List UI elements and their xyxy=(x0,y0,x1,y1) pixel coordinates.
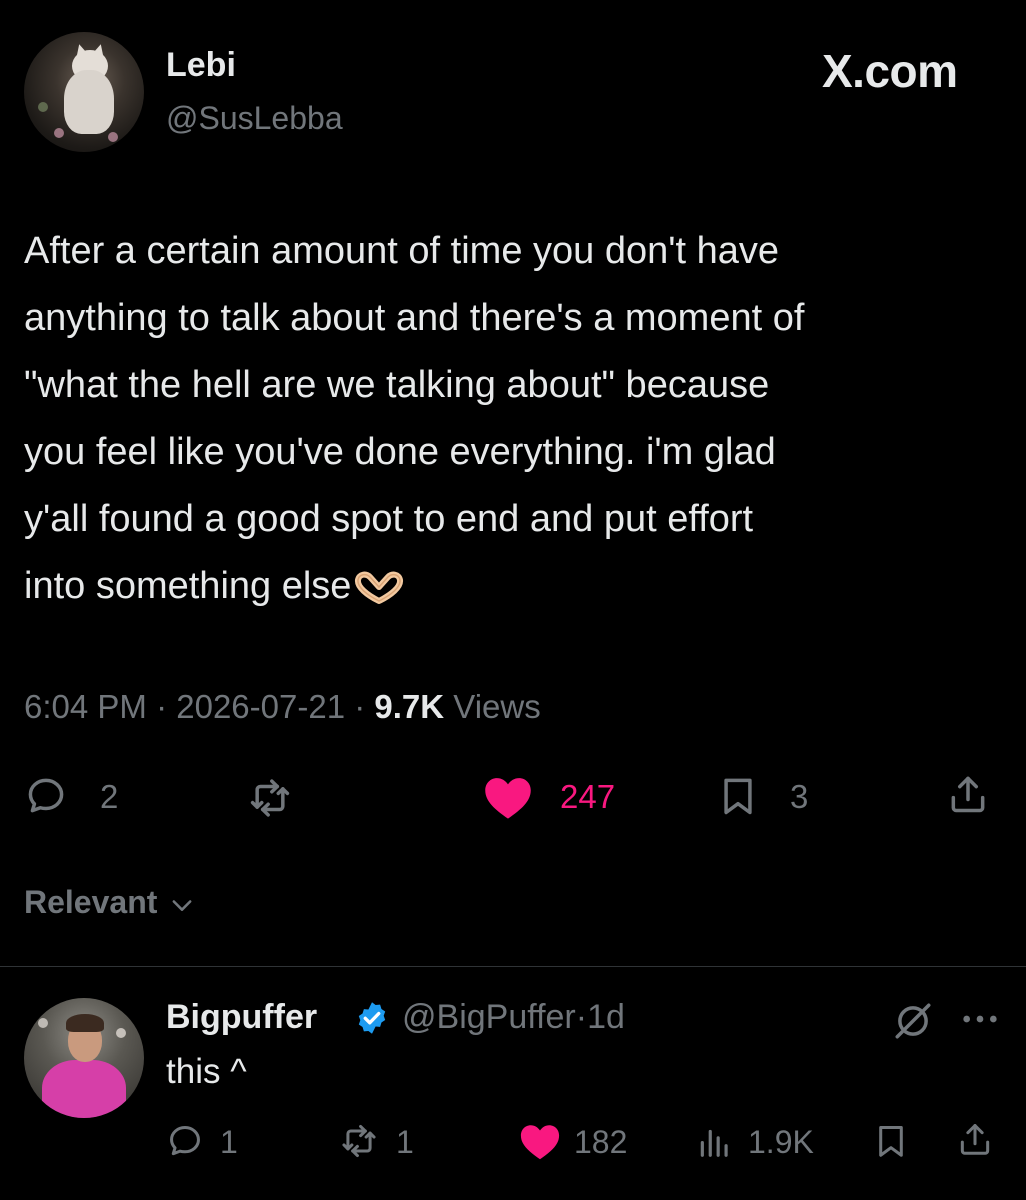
reply-reply-count: 1 xyxy=(220,1124,238,1160)
tweet-meta: 6:04 PM · 2026-07-21 · 9.7K Views xyxy=(24,688,541,726)
meta-separator: · xyxy=(156,688,168,725)
like-count: 247 xyxy=(560,778,616,815)
reply-like-count: 182 xyxy=(574,1124,628,1160)
like-heart-icon[interactable] xyxy=(482,774,534,822)
reply-retweet-count: 1 xyxy=(396,1124,414,1160)
bookmark-count: 3 xyxy=(790,778,809,815)
avatar-leaf xyxy=(38,102,48,112)
views-chart-icon[interactable] xyxy=(696,1122,734,1160)
reply-icon[interactable] xyxy=(166,1122,204,1160)
grok-icon[interactable] xyxy=(892,1000,934,1042)
sort-label: Relevant xyxy=(24,884,158,920)
retweet-icon[interactable] xyxy=(340,1122,378,1160)
author-handle[interactable]: @SusLebba xyxy=(166,100,343,137)
avatar-cat-body xyxy=(64,70,114,134)
reply-text: this ^ xyxy=(166,1052,247,1091)
avatar-person-hoodie xyxy=(42,1060,126,1118)
heart-hands-icon xyxy=(355,571,404,604)
tweet-body: After a certain amount of time you don't… xyxy=(24,230,805,607)
section-divider xyxy=(0,966,1026,967)
author-name[interactable]: Lebi xyxy=(166,46,236,85)
more-options-icon[interactable] xyxy=(960,1004,1000,1034)
tweet-date[interactable]: 2026-07-21 xyxy=(176,688,345,725)
reply-meta: @BigPuffer·1d xyxy=(402,998,625,1037)
site-label: X.com xyxy=(822,45,958,97)
retweet-icon[interactable] xyxy=(248,776,292,820)
reply-icon[interactable] xyxy=(24,774,68,818)
reply-avatar[interactable] xyxy=(24,998,144,1118)
author-avatar[interactable] xyxy=(24,32,144,152)
sort-dropdown[interactable]: Relevant xyxy=(24,884,196,921)
bookmark-icon[interactable] xyxy=(716,774,760,818)
meta-separator: · xyxy=(354,688,366,725)
views-label: Views xyxy=(453,688,541,725)
avatar-person-hair xyxy=(66,1014,104,1032)
avatar-flower xyxy=(54,128,64,138)
share-icon[interactable] xyxy=(956,1120,994,1158)
reply-author-handle[interactable]: @BigPuffer xyxy=(402,998,576,1036)
tweet-time[interactable]: 6:04 PM xyxy=(24,688,147,725)
avatar-blossom xyxy=(38,1018,48,1028)
avatar-blossom xyxy=(116,1028,126,1038)
reply-count: 2 xyxy=(100,778,119,815)
views-count: 9.7K xyxy=(374,688,445,725)
meta-separator: · xyxy=(575,998,588,1036)
reply-age: 1d xyxy=(587,998,625,1036)
reply-views-count: 1.9K xyxy=(748,1124,814,1160)
bookmark-icon[interactable] xyxy=(872,1122,910,1160)
share-icon[interactable] xyxy=(946,772,990,816)
avatar-flower xyxy=(108,132,118,142)
chevron-down-icon xyxy=(172,899,192,911)
tweet-text: After a certain amount of time you don't… xyxy=(24,218,1004,620)
like-heart-icon[interactable] xyxy=(518,1122,562,1162)
verified-badge-icon xyxy=(358,1002,386,1034)
reply-author-name[interactable]: Bigpuffer xyxy=(166,998,317,1037)
